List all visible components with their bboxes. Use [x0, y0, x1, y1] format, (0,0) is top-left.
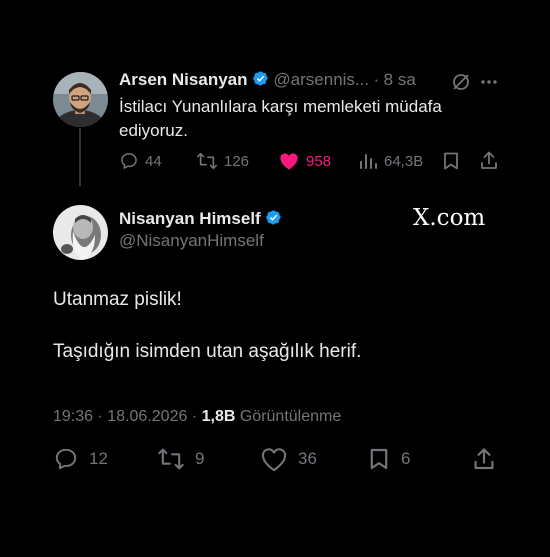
- xcom-watermark: X.com: [413, 205, 486, 231]
- reply-replies-stat[interactable]: 44: [119, 151, 162, 171]
- reply-text-line-2: ediyoruz.: [119, 121, 188, 140]
- more-icon[interactable]: [479, 72, 499, 92]
- share-icon[interactable]: [472, 446, 496, 472]
- reply-views-count: 64,3B: [384, 152, 424, 170]
- views-icon: [360, 154, 377, 169]
- reply-time-ago[interactable]: 8 sa: [384, 70, 416, 89]
- like-icon: [261, 448, 287, 472]
- repost-icon: [158, 448, 184, 470]
- meta-separator: ·: [191, 408, 198, 425]
- tweet-time[interactable]: 19:36: [53, 408, 93, 425]
- reply-reposts-count: 126: [224, 152, 250, 170]
- main-text-paragraph-1: Utanmaz pislik!: [53, 289, 182, 310]
- verified-badge-icon: [266, 210, 281, 225]
- main-author-name[interactable]: Nisanyan Himself: [119, 209, 261, 228]
- verified-badge-icon: [253, 71, 268, 86]
- bookmark-icon[interactable]: [441, 151, 461, 171]
- main-reply-button[interactable]: 12: [53, 446, 108, 472]
- main-likes-count: 36: [298, 449, 317, 468]
- main-text-paragraph-2: Taşıdığın isimden utan aşağılık herif.: [53, 341, 362, 362]
- main-reposts-count: 9: [195, 449, 205, 468]
- tweet-date[interactable]: 18.06.2026: [107, 408, 187, 425]
- main-bookmarks-count: 6: [401, 449, 411, 468]
- main-author-handle[interactable]: @NisanyanHimself: [119, 231, 419, 251]
- meta-separator: ·: [97, 408, 103, 425]
- repost-icon: [197, 152, 217, 170]
- thread-connector-line: [79, 128, 81, 186]
- main-author-block: Nisanyan Himself @NisanyanHimself: [119, 209, 419, 251]
- reply-icon: [55, 448, 77, 470]
- reply-views-stat[interactable]: 64,3B: [358, 151, 423, 171]
- main-tweet-text: Utanmaz pislik! Taşıdığın isimden utan a…: [53, 287, 513, 365]
- reply-author-avatar[interactable]: [53, 72, 108, 127]
- main-like-button[interactable]: 36: [260, 446, 317, 472]
- reply-author-name[interactable]: Arsen Nisanyan: [119, 70, 248, 89]
- views-count: 1,8B: [201, 408, 236, 425]
- reply-likes-stat[interactable]: 958: [278, 151, 331, 171]
- reply-replies-count: 44: [145, 152, 162, 170]
- reply-author-handle[interactable]: @arsennis...: [273, 70, 369, 89]
- bookmark-icon: [370, 448, 388, 470]
- reply-text-line-1: İstilacı Yunanlılara karşı memleketi müd…: [119, 97, 442, 116]
- main-tweet-meta: 19:36 · 18.06.2026 · 1,8B Görüntülenme: [53, 408, 341, 426]
- reply-header: Arsen Nisanyan @arsennis... · 8 sa: [119, 70, 499, 92]
- reply-reposts-stat[interactable]: 126: [196, 151, 249, 171]
- main-replies-count: 12: [89, 449, 108, 468]
- views-label: Görüntülenme: [239, 408, 342, 425]
- reply-time-separator: ·: [373, 70, 380, 89]
- reply-likes-count: 958: [306, 152, 332, 170]
- grok-icon[interactable]: [451, 72, 471, 92]
- share-icon[interactable]: [479, 150, 499, 171]
- main-bookmark-button[interactable]: 6: [367, 446, 410, 472]
- reply-tweet-text: İstilacı Yunanlılara karşı memleketi müd…: [119, 95, 519, 143]
- like-icon: [280, 153, 298, 170]
- main-author-avatar[interactable]: [53, 205, 108, 260]
- main-repost-button[interactable]: 9: [157, 446, 204, 472]
- reply-icon: [121, 153, 137, 169]
